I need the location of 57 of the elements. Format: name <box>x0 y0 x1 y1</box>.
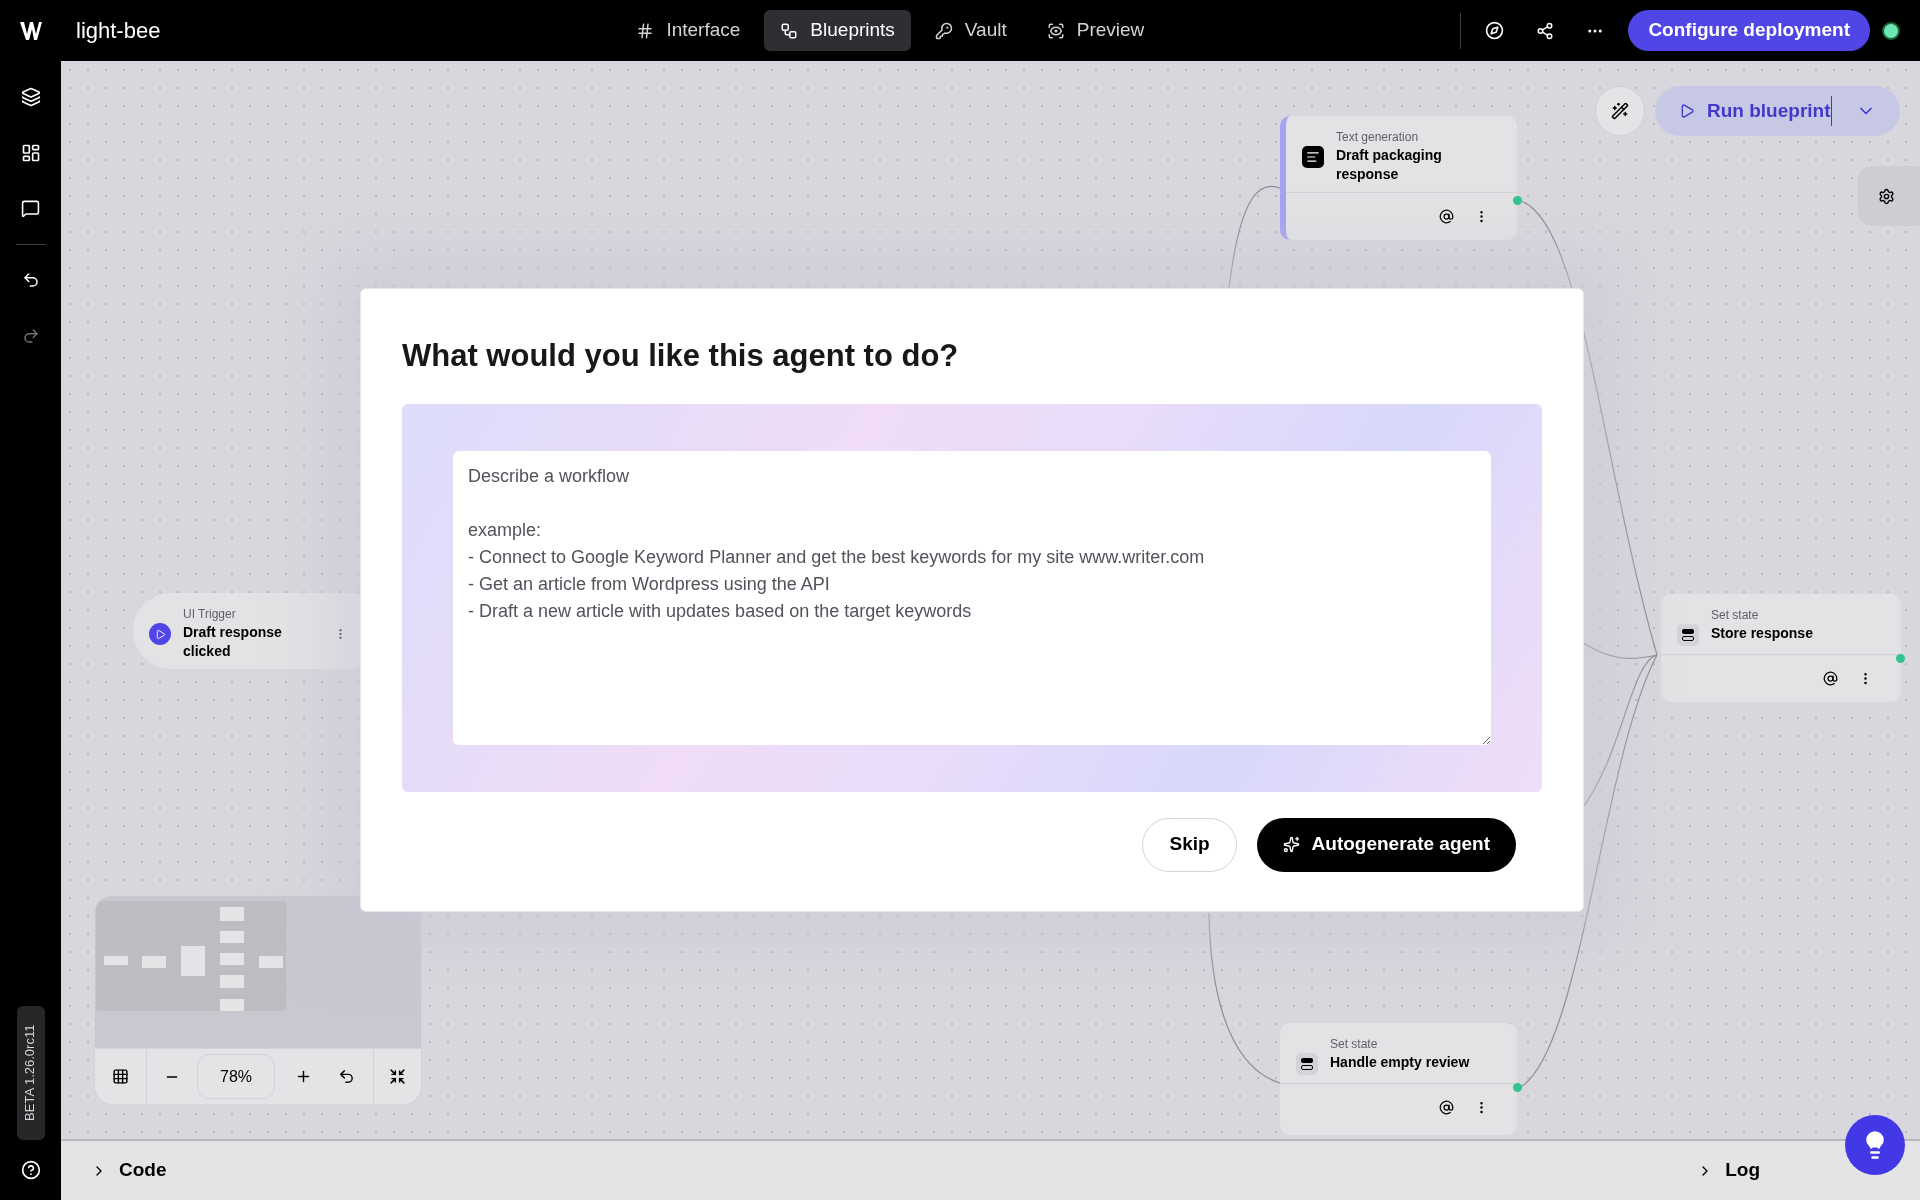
share-icon[interactable] <box>1536 21 1555 40</box>
undo-icon[interactable] <box>21 271 40 289</box>
state-icon <box>1296 1053 1318 1075</box>
text-lines-icon <box>1302 146 1324 168</box>
node-title: Draft response clicked <box>183 623 283 661</box>
workflow-field[interactable]: Describe a workflow example: - Connect to Google Keyword Planner and get the best keywords for my site www.writer.com - Get an article from Wordpress using the API - Draft a new article with updates based on the target keywords <box>453 450 1491 745</box>
node-type: Set state <box>1330 1036 1379 1053</box>
settings-icon <box>1878 187 1895 205</box>
node-title: Draft packaging response <box>1336 146 1443 184</box>
logo-icon[interactable] <box>20 21 44 40</box>
redo-icon[interactable] <box>21 327 40 345</box>
version-badge: BETA 1.26.0rc11 <box>16 1006 45 1140</box>
key-icon <box>934 21 953 40</box>
mention-icon[interactable] <box>1823 671 1838 686</box>
blueprint-node[interactable]: UI Trigger Draft response clicked <box>133 593 363 669</box>
magic-wand-button[interactable] <box>1595 86 1645 136</box>
zoom-in-icon[interactable] <box>295 1068 312 1085</box>
add-block-icon[interactable] <box>20 143 41 163</box>
mention-icon[interactable] <box>1439 209 1454 224</box>
nav-tab[interactable]: Vault <box>918 10 1023 51</box>
layers-icon[interactable] <box>20 87 41 107</box>
magic-wand-icon <box>1611 102 1629 120</box>
blueprint-node[interactable]: Set state Store response <box>1661 594 1901 702</box>
reset-icon[interactable] <box>338 1068 355 1085</box>
blueprint-node[interactable]: Set state Handle empty review <box>1280 1023 1517 1135</box>
grid-icon[interactable] <box>112 1068 129 1085</box>
settings-button[interactable] <box>1858 166 1920 226</box>
hash-icon <box>636 21 655 40</box>
node-type: UI Trigger <box>183 606 237 623</box>
configure-deployment-button[interactable]: Configure deployment <box>1628 10 1870 51</box>
state-icon <box>1677 624 1699 646</box>
skip-button[interactable]: Skip <box>1142 817 1237 872</box>
play-icon <box>149 623 171 645</box>
compass-icon[interactable] <box>1485 21 1505 40</box>
flow-icon <box>780 21 799 40</box>
chat-icon[interactable] <box>21 199 40 218</box>
help-icon[interactable] <box>20 1160 41 1180</box>
code-panel-toggle[interactable]: Code <box>119 1156 167 1185</box>
node-type: Text generation <box>1336 129 1420 146</box>
node-title: Handle empty review <box>1330 1053 1470 1072</box>
node-title: Store response <box>1711 624 1813 643</box>
log-panel-toggle[interactable]: Log <box>1725 1156 1760 1185</box>
zoom-level[interactable]: 78% <box>197 1054 275 1099</box>
node-type: Set state <box>1711 607 1760 624</box>
nav-tab[interactable]: Interface <box>620 10 757 51</box>
dialog-title: What would you like this agent to do? <box>402 337 960 375</box>
play-icon <box>1679 103 1695 119</box>
nav-tab[interactable]: Blueprints <box>764 10 911 51</box>
run-blueprint-button[interactable]: Run blueprint <box>1655 86 1901 136</box>
shrink-icon[interactable] <box>389 1068 406 1085</box>
project-name[interactable]: light-bee <box>76 14 161 47</box>
mention-icon[interactable] <box>1439 1100 1454 1115</box>
eye-icon <box>1046 21 1065 40</box>
nav-tab[interactable]: Preview <box>1030 10 1161 51</box>
sparkles-icon <box>1282 836 1300 853</box>
blueprint-node[interactable]: Text generation Draft packaging response <box>1280 116 1517 240</box>
autogenerate-agent-button[interactable]: Autogenerate agent <box>1256 817 1516 872</box>
